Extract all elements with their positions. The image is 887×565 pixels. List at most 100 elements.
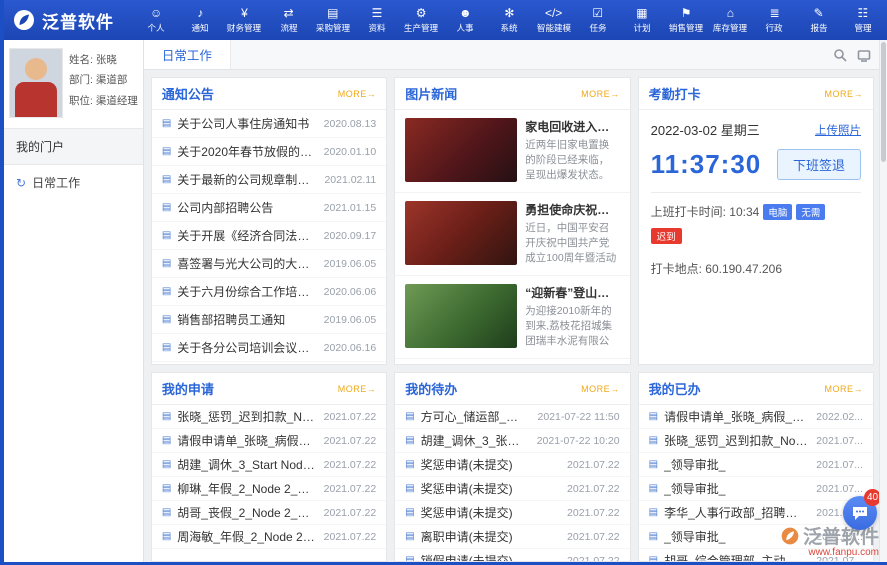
nav-item-report[interactable]: ✎ 报告 — [797, 0, 841, 40]
panel-attendance-more-link[interactable]: MORE→ — [825, 89, 864, 99]
nav-item-inventory[interactable]: ⌂ 库存管理 — [708, 0, 752, 40]
sign-out-button[interactable]: 下班签退 — [777, 149, 861, 180]
todo-list-item[interactable]: ▤ 方可心_储运部_库管员_营… 2021-07-22 11:50 — [395, 405, 629, 429]
person-icon: ☺ — [150, 6, 162, 20]
upload-photo-link[interactable]: 上传照片 — [815, 122, 861, 138]
app-logo[interactable]: 泛普软件 — [12, 8, 134, 33]
news-list: 家电回收进入爆发期 家电… 近两年旧家电置换的阶段已经来临，呈现出爆发状态。国家… — [395, 110, 629, 364]
nav-item-finance[interactable]: ¥ 财务管理 — [222, 0, 266, 40]
sidebar-item-daily-work[interactable]: ↻ 日常工作 — [4, 165, 143, 200]
done-list-item[interactable]: ▤ _领导审批_ 2021.07... — [639, 453, 873, 477]
nav-item-management[interactable]: ☷ 管理 — [841, 0, 885, 40]
application-list-item[interactable]: ▤ 胡哥_丧假_2_Node 2_… 2021.07.22 — [152, 501, 386, 525]
nav-item-purchasing[interactable]: ▤ 采购管理 — [311, 0, 355, 40]
todo-list-item[interactable]: ▤ 销假申请(未提交) 2021.07.22 — [395, 549, 629, 561]
panel-applications-more-link[interactable]: MORE→ — [338, 384, 377, 394]
chat-bubble-icon — [851, 504, 869, 522]
nav-item-personal[interactable]: ☺ 个人 — [134, 0, 178, 40]
application-list-item[interactable]: ▤ 张晓_惩罚_迟到扣款_No… 2021.07.22 — [152, 405, 386, 429]
nav-item-label: 计划 — [633, 21, 650, 33]
export-icon[interactable] — [857, 48, 871, 62]
nav-item-label: 管理 — [854, 21, 871, 33]
panel-done-more-link[interactable]: MORE→ — [825, 384, 864, 394]
panel-done: 我的已办 MORE→ ▤ 请假申请单_张晓_病假_1… 2022.02... — [638, 372, 874, 562]
scrollbar-thumb[interactable] — [881, 42, 886, 162]
attendance-body: 2022-03-02 星期三 上传照片 11:37:30 下班签退 上班打卡时间… — [639, 110, 873, 364]
todos-list: ▤ 方可心_储运部_库管员_营… 2021-07-22 11:50 ▤ 胡建_调… — [395, 405, 629, 561]
sidebar-item-portal[interactable]: 我的门户 — [4, 128, 143, 165]
application-list-item[interactable]: ▤ 请假申请单_张晓_病假_2… 2021.07.22 — [152, 429, 386, 453]
notice-list-item[interactable]: ▤ 公司内部招聘公告 2021.01.15 — [152, 194, 386, 222]
todo-list-item[interactable]: ▤ 奖惩申请(未提交) 2021.07.22 — [395, 501, 629, 525]
checkin-tag-badge: 无需 — [796, 204, 825, 220]
notice-list-item[interactable]: ▤ 关于各分公司培训会议的通知 2020.06.16 — [152, 334, 386, 362]
notice-list-item[interactable]: ▤ 关于2020年春节放假的通知 2020.01.10 — [152, 138, 386, 166]
tab-daily-work[interactable]: 日常工作 — [144, 40, 231, 69]
nav-item-hr[interactable]: ☻ 人事 — [443, 0, 487, 40]
todo-list-item[interactable]: ▤ 奖惩申请(未提交) 2021.07.22 — [395, 453, 629, 477]
doc-icon: ▤ — [162, 342, 171, 353]
nav-item-sales[interactable]: ⚑ 销售管理 — [664, 0, 708, 40]
nav-item-plan[interactable]: ▦ 计划 — [620, 0, 664, 40]
done-list-item[interactable]: ▤ _领导审批_ 2021.07... — [639, 525, 873, 549]
news-item[interactable]: “迎新春”登山活动 为迎接2010新年的到来,荔枝花招城集团瑞丰水泥有限公司于2… — [395, 276, 629, 359]
nav-item-docs[interactable]: ☰ 资料 — [355, 0, 399, 40]
notice-list-item[interactable]: ▤ 关于最新的公司规章制度细则通知 2021.02.11 — [152, 166, 386, 194]
panel-notices-more-link[interactable]: MORE→ — [338, 89, 377, 99]
todo-list-item[interactable]: ▤ 胡建_调休_3_张晓_退回 2021-07-22 10:20 — [395, 429, 629, 453]
nav-item-label: 采购管理 — [316, 21, 350, 33]
done-date: 2021.07... — [816, 435, 863, 447]
done-text: 胡哥_综合管理部_主动离… — [664, 552, 808, 561]
done-text: _领导审批_ — [664, 480, 808, 497]
todo-date: 2021.07.22 — [567, 531, 620, 543]
nav-item-label: 报告 — [810, 21, 827, 33]
notice-list-item[interactable]: ▤ 关于公司人事住房通知书 2020.08.13 — [152, 110, 386, 138]
doc-icon: ▤ — [162, 507, 171, 518]
news-summary: 为迎接2010新年的到来,荔枝花招城集团瑞丰水泥有限公司于2010年2月6日开展… — [525, 304, 619, 350]
chat-button[interactable]: 40 — [843, 496, 877, 530]
notice-list-item[interactable]: ▤ 销售部招聘员工通知 2019.06.05 — [152, 306, 386, 334]
vertical-scrollbar[interactable] — [879, 40, 887, 562]
user-name: 姓名: 张晓 — [69, 50, 138, 70]
done-date: 2021.07... — [816, 459, 863, 471]
done-list-item[interactable]: ▤ _领导审批_ 2021.07... — [639, 477, 873, 501]
panel-news-more-link[interactable]: MORE→ — [581, 89, 620, 99]
nav-item-task[interactable]: ☑ 任务 — [576, 0, 620, 40]
todo-list-item[interactable]: ▤ 离职申请(未提交) 2021.07.22 — [395, 525, 629, 549]
done-list-item[interactable]: ▤ 李华_人事行政部_招聘专员… 2021.07... — [639, 501, 873, 525]
notice-list-item[interactable]: ▤ 关于开展《经济合同法》的相关… 2020.09.17 — [152, 222, 386, 250]
application-list-item[interactable]: ▤ 胡建_调休_3_Start Node… 2021.07.22 — [152, 453, 386, 477]
done-list-item[interactable]: ▤ 胡哥_综合管理部_主动离… 2021.07... — [639, 549, 873, 561]
nav-item-admin[interactable]: ≣ 行政 — [752, 0, 796, 40]
application-list-item[interactable]: ▤ 柳琳_年假_2_Node 2_… 2021.07.22 — [152, 477, 386, 501]
panel-todos-title: 我的待办 — [405, 379, 457, 398]
nav-item-modeling[interactable]: </> 智能建模 — [532, 0, 576, 40]
doc-icon: ▤ — [162, 118, 171, 129]
doc-icon: ▤ — [649, 459, 658, 470]
panel-todos-more-link[interactable]: MORE→ — [581, 384, 620, 394]
refresh-circle-icon: ↻ — [16, 176, 26, 190]
notice-list-item[interactable]: ▤ 关于六月份综合工作培训内容及… 2020.06.06 — [152, 278, 386, 306]
nav-item-production[interactable]: ⚙ 生产管理 — [399, 0, 443, 40]
notice-list-item[interactable]: ▤ 喜签署与光大公司的大订单、… 2019.06.05 — [152, 250, 386, 278]
app-window: 泛普软件 ☺ 个人 ♪ 通知 ¥ 财务管理 ⇄ — [0, 0, 887, 565]
top-nav: ☺ 个人 ♪ 通知 ¥ 财务管理 ⇄ 流程 — [134, 0, 885, 40]
top-header: 泛普软件 ☺ 个人 ♪ 通知 ¥ 财务管理 ⇄ — [4, 0, 887, 40]
done-list-item[interactable]: ▤ 请假申请单_张晓_病假_1… 2022.02... — [639, 405, 873, 429]
notice-date: 2021.02.11 — [324, 174, 376, 186]
news-item[interactable]: 勇担使命庆祝建党百年、中… 近日，中国平安召开庆祝中国共产党成立100周年暨活动… — [395, 193, 629, 276]
doc-icon: ▤ — [405, 459, 414, 470]
news-item[interactable]: 家电回收进入爆发期 家电… 近两年旧家电置换的阶段已经来临，呈现出爆发状态。国家… — [395, 110, 629, 193]
nav-item-notice[interactable]: ♪ 通知 — [178, 0, 222, 40]
nav-item-system[interactable]: ✻ 系统 — [487, 0, 531, 40]
nav-item-process[interactable]: ⇄ 流程 — [267, 0, 311, 40]
notice-text: 关于公司人事住房通知书 — [177, 115, 315, 132]
plan-calendar-icon: ▦ — [636, 6, 647, 20]
application-list-item[interactable]: ▤ 周海敏_年假_2_Node 2_… 2021.07.22 — [152, 525, 386, 549]
done-list-item[interactable]: ▤ 张晓_惩罚_迟到扣款_Node… 2021.07... — [639, 429, 873, 453]
todo-list-item[interactable]: ▤ 奖惩申请(未提交) 2021.07.22 — [395, 477, 629, 501]
search-icon[interactable] — [833, 48, 847, 62]
report-pencil-icon: ✎ — [814, 6, 824, 20]
panel-done-title: 我的已办 — [649, 379, 701, 398]
application-text: 张晓_惩罚_迟到扣款_No… — [177, 408, 315, 425]
